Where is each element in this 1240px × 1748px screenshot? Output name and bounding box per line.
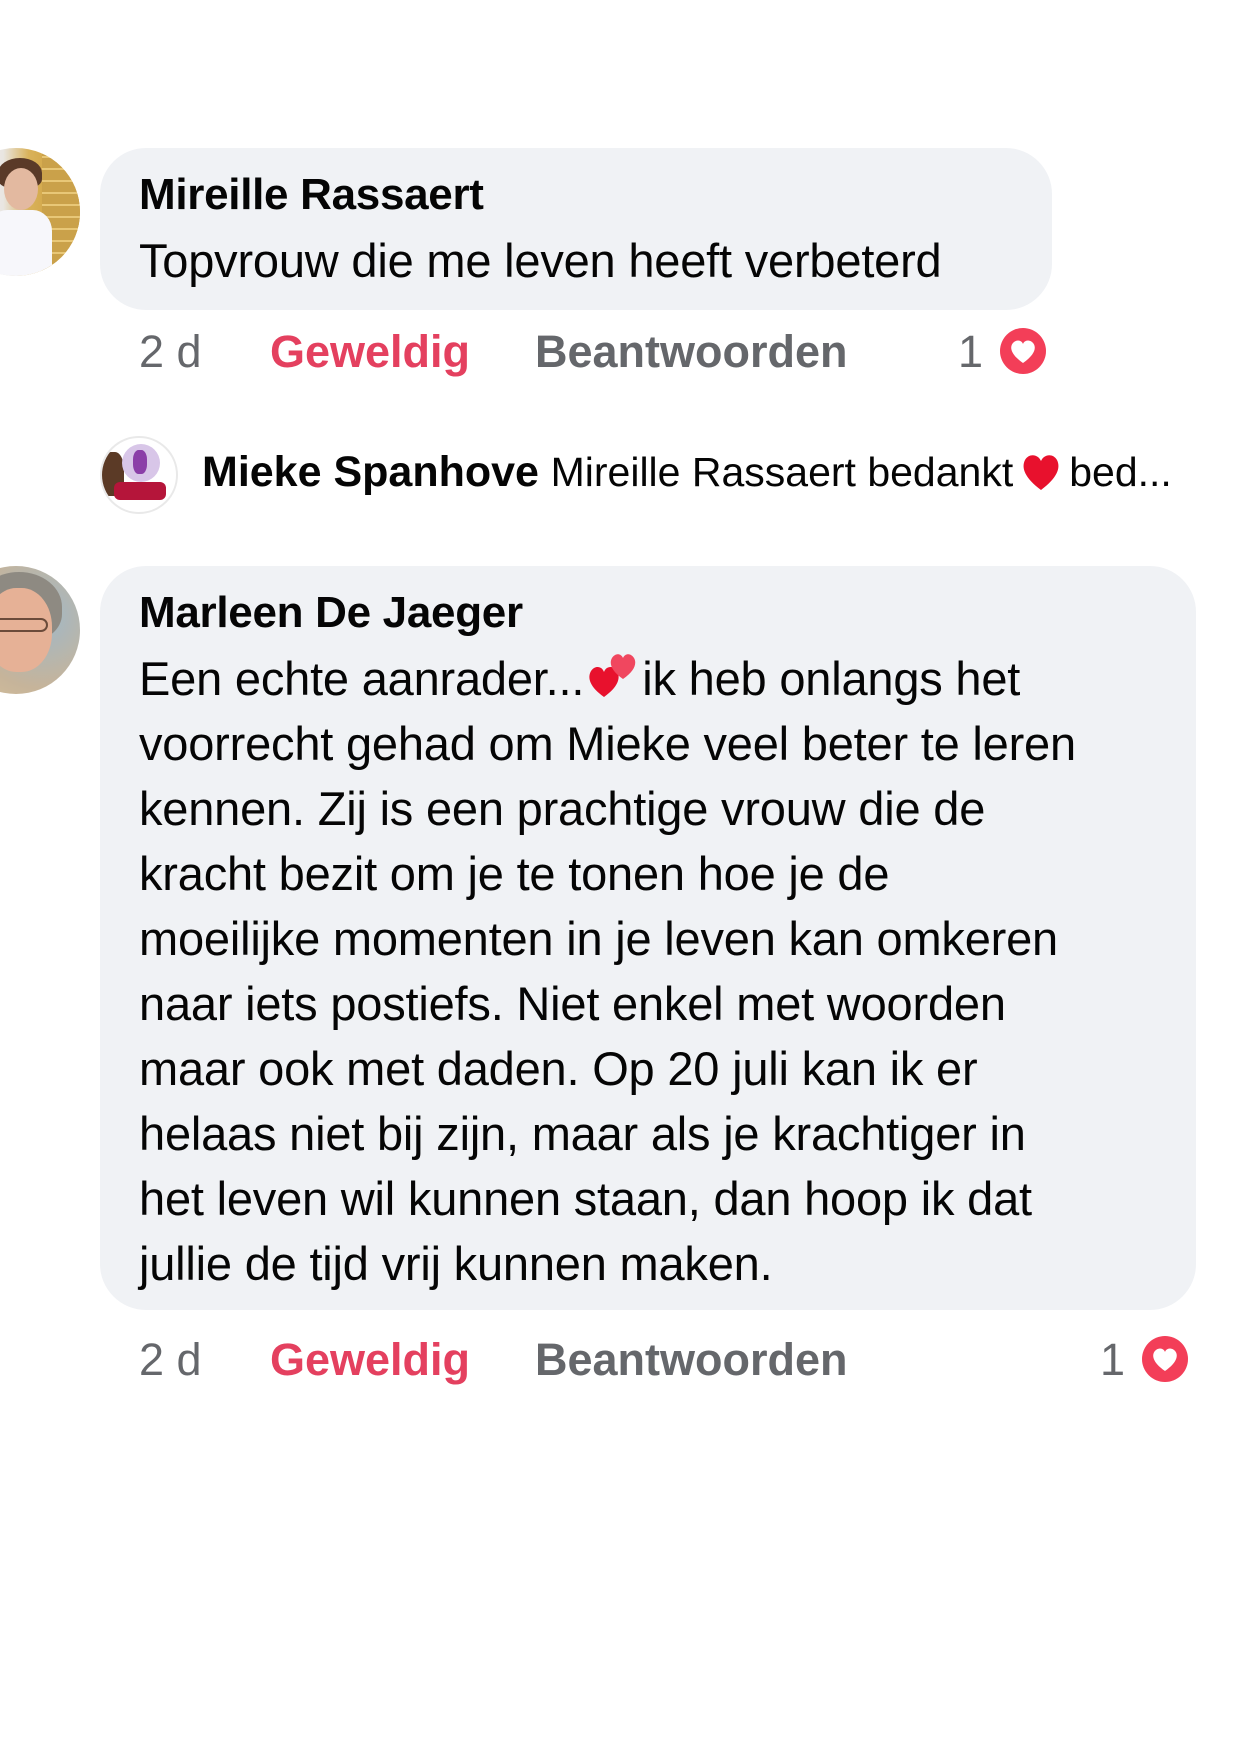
reply-author[interactable]: Mieke Spanhove [202, 448, 539, 496]
like-button[interactable]: Geweldig [270, 326, 470, 378]
comment-timestamp[interactable]: 2 d [139, 326, 202, 378]
comment-bubble-2: Marleen De Jaeger Een echte aanrader... i… [100, 566, 1196, 1310]
avatar-mieke[interactable] [100, 436, 178, 514]
reply-button[interactable]: Beantwoorden [535, 1334, 848, 1386]
comment-line: Een echte aanrader... ik heb onlangs het [139, 651, 1021, 705]
comment-line: het leven wil kunnen staan, dan hoop ik … [139, 1172, 1032, 1225]
avatar-marleen[interactable] [0, 566, 80, 694]
comment-line: helaas niet bij zijn, maar als je kracht… [139, 1107, 1026, 1160]
reply-button[interactable]: Beantwoorden [535, 326, 848, 378]
reply-text-end: bed... [1069, 449, 1172, 495]
comment-text: Topvrouw die me leven heeft verbeterd [139, 234, 942, 287]
avatar-mireille[interactable] [0, 148, 80, 276]
like-button[interactable]: Geweldig [270, 1334, 470, 1386]
comment-line: kracht bezit om je te tonen hoe je de [139, 847, 890, 900]
comment-line: voorrecht gehad om Mieke veel beter te l… [139, 717, 1076, 770]
comment-line: moeilijke momenten in je leven kan omker… [139, 912, 1059, 965]
comment-line: naar iets postiefs. Niet enkel met woord… [139, 977, 1006, 1030]
comment-text: Een echte aanrader... ik heb onlangs het … [139, 646, 1179, 1296]
comment-line: jullie de tijd vrij kunnen maken. [139, 1237, 773, 1290]
comment-actions-1: 2 d Geweldig Beantwoorden 1 [0, 324, 1240, 386]
comment-author[interactable]: Mireille Rassaert [139, 170, 484, 220]
comment-bubble-1: Mireille Rassaert Topvrouw die me leven … [100, 148, 1052, 310]
reaction-count[interactable]: 1 [958, 326, 983, 378]
comment-timestamp[interactable]: 2 d [139, 1334, 202, 1386]
reply-text-start: Mireille Rassaert bedankt [550, 449, 1014, 495]
reaction-count[interactable]: 1 [1100, 1334, 1125, 1386]
love-reaction-icon[interactable] [996, 324, 1050, 378]
comment-line: kennen. Zij is een prachtige vrouw die d… [139, 782, 986, 835]
two-hearts-icon [584, 651, 642, 701]
red-heart-icon [1023, 455, 1059, 490]
comment-author[interactable]: Marleen De Jaeger [139, 588, 523, 638]
love-reaction-icon[interactable] [1138, 1332, 1192, 1386]
comment-line: maar ook met daden. Op 20 juli kan ik er [139, 1042, 978, 1095]
comment-actions-2: 2 d Geweldig Beantwoorden 1 [0, 1332, 1240, 1394]
reply-preview[interactable]: Mieke Spanhove Mireille Rassaert bedankt… [202, 448, 1172, 497]
